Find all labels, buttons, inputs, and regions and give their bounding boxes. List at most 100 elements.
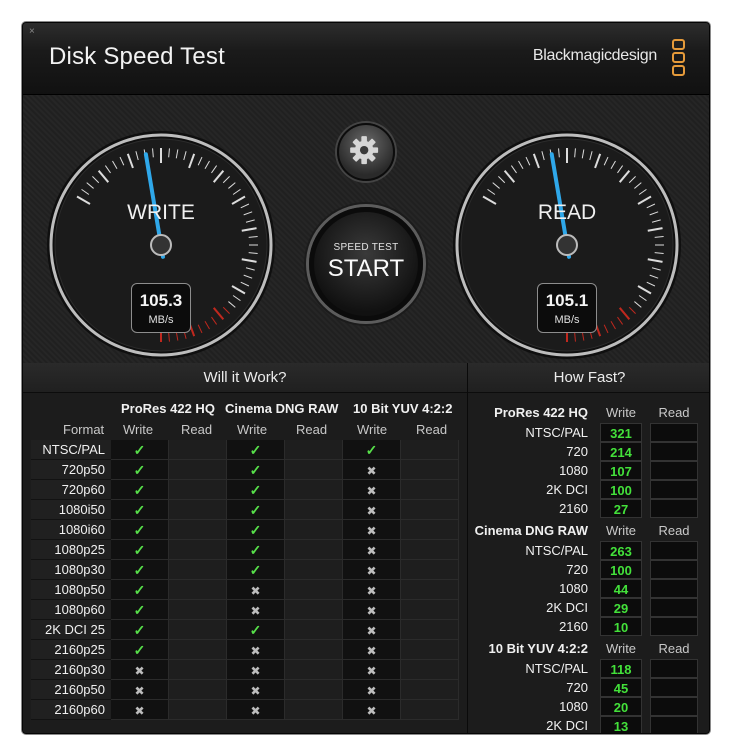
format-label: 2K DCI	[546, 482, 588, 497]
write-fps-value: 27	[600, 499, 642, 518]
checkmark-icon: ✓	[227, 460, 285, 480]
write-speed-unit: MB/s	[148, 314, 174, 326]
write-speed-value: 105.3	[139, 291, 183, 310]
format-label: 1080	[559, 463, 588, 478]
format-label: 1080p30	[31, 560, 111, 580]
gauge-area: WRITE 105.3 MB/s SPEED TEST START READ 1…	[23, 95, 709, 363]
result-cell-empty	[169, 640, 227, 660]
read-fps-cell	[650, 560, 698, 579]
result-cell-empty	[285, 540, 343, 560]
format-label: 1080i60	[31, 520, 111, 540]
format-label: 2160	[559, 501, 588, 516]
how-fast-row: 2K DCI 29	[468, 598, 709, 617]
settings-button[interactable]	[337, 123, 395, 181]
result-cell-empty	[169, 460, 227, 480]
how-fast-row: 720 45	[468, 678, 709, 697]
read-header: Read	[658, 641, 690, 656]
cross-icon: ✖	[111, 700, 169, 720]
format-label: 1080p60	[31, 600, 111, 620]
format-label: 2160p25	[31, 640, 111, 660]
result-cell-empty	[285, 500, 343, 520]
read-fps-cell	[650, 579, 698, 598]
format-label: 2160p60	[31, 700, 111, 720]
read-fps-cell	[650, 442, 698, 461]
how-fast-row: NTSC/PAL 263	[468, 541, 709, 560]
write-needle-hub	[150, 234, 172, 256]
table-row: 2K DCI 25 ✓ ✓ ✖	[31, 620, 459, 640]
format-label: 1080	[559, 699, 588, 714]
result-cell-empty	[169, 500, 227, 520]
result-cell-empty	[401, 600, 459, 620]
how-fast-row: 2160 27	[468, 499, 709, 518]
write-header-yuv: Write	[357, 422, 388, 437]
read-header: Read	[658, 405, 690, 420]
checkmark-icon: ✓	[111, 600, 169, 620]
format-label: NTSC/PAL	[525, 425, 588, 440]
how-fast-row: 2K DCI 13	[468, 716, 709, 733]
start-button-label: START	[327, 255, 405, 282]
write-fps-value: 100	[600, 560, 642, 579]
result-cell-empty	[285, 660, 343, 680]
table-row: 1080p50 ✓ ✖ ✖	[31, 580, 459, 600]
result-cell-empty	[401, 580, 459, 600]
result-cell-empty	[401, 560, 459, 580]
brand-logo-icon	[672, 39, 685, 79]
result-cell-empty	[169, 660, 227, 680]
cross-icon: ✖	[343, 500, 401, 520]
write-fps-value: 118	[600, 659, 642, 678]
write-fps-value: 13	[600, 716, 642, 733]
write-header-prores: Write	[123, 422, 154, 437]
app-title: Disk Speed Test	[49, 43, 225, 70]
checkmark-icon: ✓	[111, 500, 169, 520]
write-fps-value: 44	[600, 579, 642, 598]
read-fps-cell	[650, 659, 698, 678]
how-fast-row: 2160 10	[468, 617, 709, 636]
how-fast-panel: How Fast? ProRes 422 HQ Write Read NTSC/PAL…	[467, 363, 709, 733]
group-header-cinema-dng: Cinema DNG RAW	[225, 401, 339, 416]
checkmark-icon: ✓	[111, 580, 169, 600]
checkmark-icon: ✓	[227, 520, 285, 540]
cross-icon: ✖	[343, 660, 401, 680]
cross-icon: ✖	[227, 680, 285, 700]
checkmark-icon: ✓	[227, 540, 285, 560]
start-button[interactable]: SPEED TEST START	[309, 207, 423, 321]
checkmark-icon: ✓	[111, 560, 169, 580]
how-fast-row: NTSC/PAL 321	[468, 423, 709, 442]
cross-icon: ✖	[343, 540, 401, 560]
result-cell-empty	[285, 620, 343, 640]
format-label: NTSC/PAL	[31, 440, 111, 460]
result-cell-empty	[285, 580, 343, 600]
result-cell-empty	[285, 480, 343, 500]
format-label: 1080p25	[31, 540, 111, 560]
result-cell-empty	[285, 700, 343, 720]
how-fast-group-header: 10 Bit YUV 4:2:2 Write Read	[468, 639, 709, 659]
format-label: 2K DCI	[546, 600, 588, 615]
close-button[interactable]: ×	[29, 27, 39, 37]
result-cell-empty	[401, 680, 459, 700]
table-row: 1080p60 ✓ ✖ ✖	[31, 600, 459, 620]
group-header-yuv: 10 Bit YUV 4:2:2	[353, 401, 453, 416]
write-gauge-label: WRITE	[127, 201, 195, 224]
result-cell-empty	[169, 540, 227, 560]
how-fast-row: 2K DCI 100	[468, 480, 709, 499]
format-label: 720p60	[31, 480, 111, 500]
cross-icon: ✖	[343, 520, 401, 540]
result-cell-empty	[169, 440, 227, 460]
format-label: 720	[566, 680, 588, 695]
cross-icon: ✖	[111, 660, 169, 680]
write-header: Write	[605, 405, 637, 420]
format-column-header: Format	[63, 422, 105, 437]
checkmark-icon: ✓	[227, 480, 285, 500]
write-fps-value: 10	[600, 617, 642, 636]
write-fps-value: 214	[600, 442, 642, 461]
read-gauge: READ 105.1 MB/s	[451, 129, 683, 361]
result-cell-empty	[169, 480, 227, 500]
format-label: 1080p50	[31, 580, 111, 600]
read-header-prores: Read	[181, 422, 213, 437]
result-cell-empty	[401, 660, 459, 680]
cross-icon: ✖	[227, 660, 285, 680]
group-name: Cinema DNG RAW	[474, 523, 588, 538]
write-fps-value: 45	[600, 678, 642, 697]
result-cell-empty	[285, 600, 343, 620]
result-cell-empty	[285, 560, 343, 580]
